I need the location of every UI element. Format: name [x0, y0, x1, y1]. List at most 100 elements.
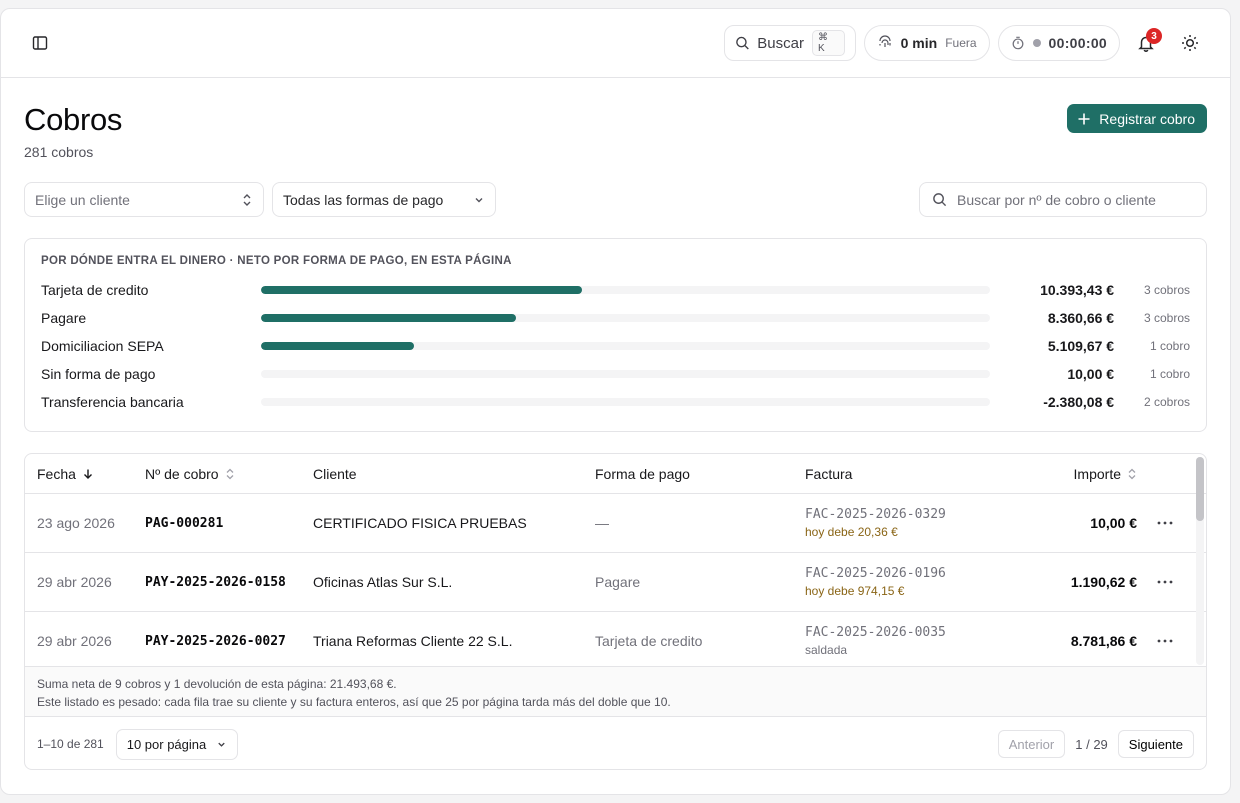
- chevron-up-down-icon: [243, 193, 251, 206]
- search-icon: [735, 36, 749, 50]
- global-search-button[interactable]: Buscar ⌘ K: [723, 25, 856, 61]
- payment-method-select[interactable]: Todas las formas de pago: [272, 182, 496, 217]
- summary-row: Transferencia bancaria -2.380,08 € 2 cob…: [41, 388, 1190, 416]
- summary-row-label: Sin forma de pago: [41, 366, 156, 382]
- table-header: Fecha Nº de cobro Cliente Forma de pago: [25, 454, 1206, 494]
- column-header-cliente: Cliente: [313, 466, 595, 482]
- notifications-button[interactable]: 3: [1128, 25, 1164, 61]
- cell-fecha: 29 abr 2026: [37, 574, 112, 590]
- cell-importe: 10,00 €: [1090, 515, 1137, 531]
- table-row[interactable]: 29 abr 2026 PAY-2025-2026-0158 Oficinas …: [25, 553, 1206, 612]
- page-title: Cobros: [24, 102, 123, 137]
- summary-title: POR DÓNDE ENTRA EL DINERO · NETO POR FOR…: [41, 255, 512, 267]
- arrow-down-icon: [83, 469, 92, 479]
- summary-row-label: Transferencia bancaria: [41, 394, 184, 410]
- summary-row-amount: 10.393,43 €: [1040, 282, 1115, 298]
- summary-row-count: 1 cobro: [1149, 367, 1190, 381]
- client-select-placeholder: Elige un cliente: [35, 191, 130, 208]
- invoice-number: FAC-2025-2026-0329: [805, 507, 946, 522]
- column-header-importe[interactable]: Importe: [985, 466, 1137, 482]
- cell-importe: 1.190,62 €: [1070, 574, 1137, 590]
- summary-row: Tarjeta de credito 10.393,43 € 3 cobros: [41, 276, 1190, 304]
- time-tracker-button[interactable]: 00:00:00: [997, 25, 1120, 61]
- app-window: Buscar ⌘ K 0 min Fuera 00:00:00 3 Cobros…: [0, 8, 1231, 795]
- global-search-label: Buscar: [757, 34, 804, 52]
- table-row[interactable]: 23 ago 2026 PAG-000281 CERTIFICADO FISIC…: [25, 494, 1206, 553]
- client-select[interactable]: Elige un cliente: [24, 182, 264, 217]
- cell-factura[interactable]: FAC-2025-2026-0035 saldada: [805, 625, 985, 657]
- sort-icon: [226, 468, 234, 479]
- timer-status-dot: [1032, 39, 1041, 47]
- summary-row: Domiciliacion SEPA 5.109,67 € 1 cobro: [41, 332, 1190, 360]
- summary-row-label: Tarjeta de credito: [41, 282, 149, 298]
- summary-row-count: 2 cobros: [1143, 395, 1190, 409]
- presence-button[interactable]: 0 min Fuera: [863, 25, 990, 61]
- summary-bar-track: [260, 398, 991, 406]
- table-scrollbar[interactable]: [1196, 457, 1204, 665]
- summary-row-amount: 8.360,66 €: [1047, 310, 1115, 326]
- payment-method-value: Todas las formas de pago: [283, 191, 444, 208]
- timer-value: 00:00:00: [1048, 35, 1107, 51]
- cell-numero[interactable]: PAG-000281: [145, 516, 313, 531]
- cell-numero[interactable]: PAY-2025-2026-0158: [145, 575, 313, 590]
- cell-forma: Pagare: [595, 574, 641, 590]
- net-sum-note: Suma neta de 9 cobros y 1 devolución de …: [37, 677, 397, 691]
- column-header-label: Factura: [805, 465, 853, 482]
- column-header-fecha[interactable]: Fecha: [37, 466, 145, 482]
- column-header-numero[interactable]: Nº de cobro: [145, 466, 313, 482]
- summary-row-count: 1 cobro: [1149, 339, 1190, 353]
- invoice-status: hoy debe 20,36 €: [805, 525, 898, 539]
- table-notes: Suma neta de 9 cobros y 1 devolución de …: [25, 666, 1206, 717]
- invoice-number: FAC-2025-2026-0196: [805, 566, 946, 581]
- page-indicator: 1 / 29: [1075, 736, 1108, 752]
- cell-cliente: CERTIFICADO FISICA PRUEBAS: [313, 515, 527, 531]
- next-page-button[interactable]: Siguiente: [1117, 730, 1194, 758]
- payments-search-placeholder: Buscar por nº de cobro o cliente: [957, 191, 1156, 208]
- sidebar-toggle-icon[interactable]: [27, 30, 53, 56]
- table-scrollbar-thumb[interactable]: [1196, 457, 1204, 521]
- previous-page-button[interactable]: Anterior: [997, 730, 1066, 758]
- page-header: Cobros 281 cobros Registrar cobro: [24, 78, 1207, 182]
- payments-table: Fecha Nº de cobro Cliente Forma de pago: [24, 453, 1207, 770]
- summary-bar-fill: [260, 286, 582, 294]
- search-icon: [933, 193, 947, 207]
- row-actions-button[interactable]: [1137, 639, 1193, 643]
- column-header-label: Importe: [1073, 465, 1121, 482]
- column-header-label: Fecha: [37, 465, 76, 482]
- summary-row-amount: -2.380,08 €: [1043, 394, 1115, 410]
- row-actions-button[interactable]: [1137, 521, 1193, 525]
- per-page-value: 10 por página: [126, 736, 207, 752]
- register-payment-button[interactable]: Registrar cobro: [1067, 104, 1207, 133]
- payments-search-input[interactable]: Buscar por nº de cobro o cliente: [919, 182, 1207, 217]
- column-header-forma: Forma de pago: [595, 466, 805, 482]
- summary-row: Sin forma de pago 10,00 € 1 cobro: [41, 360, 1190, 388]
- summary-row-count: 3 cobros: [1143, 283, 1190, 297]
- summary-row: Pagare 8.360,66 € 3 cobros: [41, 304, 1190, 332]
- table-row[interactable]: 29 abr 2026 PAY-2025-2026-0027 Triana Re…: [25, 612, 1206, 671]
- more-horizontal-icon: [1157, 639, 1173, 643]
- cell-factura[interactable]: FAC-2025-2026-0329 hoy debe 20,36 €: [805, 507, 985, 539]
- cell-factura[interactable]: FAC-2025-2026-0196 hoy debe 974,15 €: [805, 566, 985, 598]
- fingerprint-icon: [879, 35, 891, 47]
- pagination-range: 1–10 de 281: [37, 737, 104, 751]
- invoice-status: hoy debe 974,15 €: [805, 584, 905, 598]
- plus-icon: [1078, 113, 1090, 124]
- row-actions-button[interactable]: [1137, 580, 1193, 584]
- cell-forma: —: [595, 515, 609, 531]
- top-bar: Buscar ⌘ K 0 min Fuera 00:00:00 3: [1, 9, 1230, 78]
- notifications-badge: 3: [1146, 28, 1162, 44]
- summary-bar-fill: [260, 342, 414, 350]
- page-subtitle: 281 cobros: [24, 144, 94, 160]
- filters-bar: Elige un cliente Todas las formas de pag…: [24, 182, 1207, 217]
- summary-bar-track: [260, 342, 991, 350]
- summary-bar-fill: [260, 314, 517, 322]
- more-horizontal-icon: [1157, 521, 1173, 525]
- column-header-label: Nº de cobro: [145, 465, 219, 482]
- cell-numero[interactable]: PAY-2025-2026-0027: [145, 634, 313, 649]
- summary-bar-track: [260, 370, 991, 378]
- per-page-select[interactable]: 10 por página: [115, 728, 239, 760]
- payment-method-summary: POR DÓNDE ENTRA EL DINERO · NETO POR FOR…: [24, 238, 1207, 432]
- chevron-down-icon: [218, 742, 225, 747]
- theme-toggle-button[interactable]: [1172, 25, 1208, 61]
- sun-icon: [1182, 35, 1198, 51]
